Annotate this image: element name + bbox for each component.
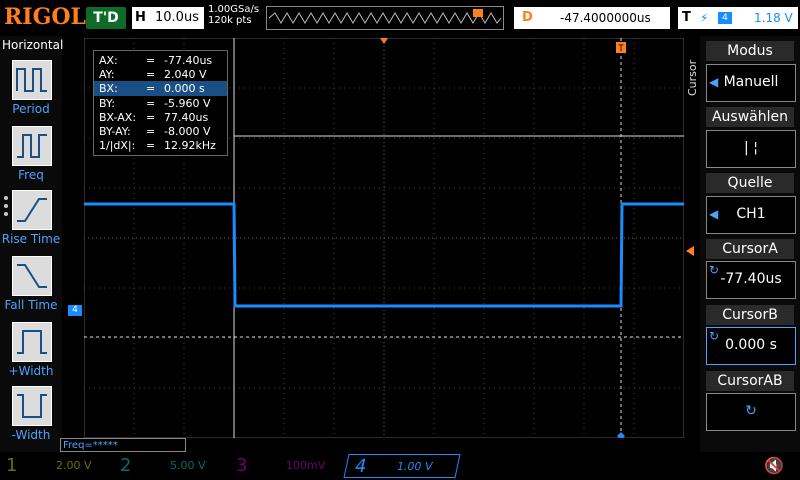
auswahlen-value: | ¦ — [744, 140, 758, 156]
delay-label: D — [522, 10, 533, 25]
horizontal-label: H — [135, 10, 146, 25]
rigol-logo: RIGOL — [4, 4, 86, 30]
delay-box[interactable]: D -47.4000000us — [514, 7, 670, 29]
trigger-channel-badge: 4 — [718, 12, 732, 24]
freq-icon — [12, 126, 52, 166]
neg-width-icon — [12, 386, 52, 426]
cursorb-title: CursorB — [706, 305, 794, 325]
measure-row: BY: = -5.960 V — [99, 97, 211, 110]
page-dots-icon — [4, 196, 8, 220]
channel-3-scale: 100mV — [286, 459, 326, 472]
auswahlen-button[interactable]: | ¦ — [706, 130, 796, 168]
cursorab-button[interactable]: ↻ — [706, 393, 796, 431]
memory-overview-bar[interactable] — [266, 6, 504, 30]
cursora-value: -77.40us — [720, 271, 782, 287]
horizontal-measure-menu: Horizontal Period Freq Rise Time Fall Ti… — [0, 36, 64, 452]
channel-4-tab[interactable]: 4 1.00 V — [343, 454, 461, 478]
cursorab-title: CursorAB — [706, 371, 794, 391]
acquisition-info: 1.00GSa/s 120k pts — [208, 4, 259, 26]
measure-rise-time-button[interactable]: Rise Time — [0, 186, 62, 248]
memory-trigger-marker-icon — [473, 9, 483, 17]
trigger-box[interactable]: T ⚡ 4 1.18 V — [678, 7, 798, 29]
quelle-button[interactable]: ◀ CH1 — [706, 196, 796, 234]
rise-time-icon — [12, 190, 52, 230]
trigger-level-marker-icon[interactable] — [686, 246, 694, 256]
neg-width-label: -Width — [11, 428, 51, 442]
measure-freq-button[interactable]: Freq — [0, 122, 62, 184]
measure-period-button[interactable]: Period — [0, 56, 62, 118]
svg-text:T: T — [618, 43, 624, 53]
measure-row: 1/|dX|: = 12.92kHz — [99, 139, 216, 152]
modus-value: Manuell — [723, 74, 779, 90]
fall-time-label: Fall Time — [4, 298, 58, 312]
cursor-menu-title: Cursor — [686, 59, 699, 96]
channel-1-tab[interactable]: 1 2.00 V — [6, 454, 110, 478]
period-label: Period — [12, 102, 50, 116]
quelle-title: Quelle — [706, 173, 794, 193]
pos-width-icon — [12, 322, 52, 362]
channel-4-scale: 1.00 V — [395, 460, 434, 473]
cursora-button[interactable]: ↻ -77.40us — [706, 261, 796, 299]
timebase-box[interactable]: H 10.0us — [132, 7, 204, 29]
channel-3-tab[interactable]: 3 100mV — [236, 454, 340, 478]
ch4-offset-marker[interactable]: 4 — [68, 305, 82, 316]
channel-2-tab[interactable]: 2 5.00 V — [120, 454, 224, 478]
cursorb-value: 0.000 s — [725, 337, 777, 353]
freq-label: Freq — [18, 168, 44, 182]
channel-1-number: 1 — [6, 455, 18, 476]
trigger-status-badge: T'D — [86, 7, 126, 29]
speaker-mute-icon[interactable]: 🔇 — [764, 456, 784, 475]
memory-overview-waveform — [268, 9, 502, 24]
measure-row: BY-AY: = -8.000 V — [99, 125, 211, 138]
trigger-point-marker-icon: T — [616, 42, 626, 53]
channel-4-number: 4 — [352, 456, 369, 477]
measure-row: AY: = 2.040 V — [99, 68, 207, 81]
left-menu-title: Horizontal — [2, 38, 64, 52]
trigger-level-value: 1.18 V — [754, 11, 793, 25]
cursora-title: CursorA — [706, 239, 794, 259]
measure-row: BX-AX: = 77.40us — [99, 111, 209, 124]
timebase-value: 10.0us — [155, 10, 199, 25]
channel-1-scale: 2.00 V — [56, 459, 92, 472]
measure-row: AX: = -77.40us — [99, 54, 213, 67]
period-icon — [12, 60, 52, 100]
delay-value: -47.4000000us — [560, 11, 651, 25]
pos-width-label: +Width — [8, 364, 54, 378]
cursor-measurement-panel: AX: = -77.40us AY: = 2.040 V BX: = 0.000 s BY:… — [93, 50, 228, 156]
measure-neg-width-button[interactable]: -Width — [0, 382, 62, 444]
cursor-b-handle-icon — [617, 432, 625, 438]
measure-pos-width-button[interactable]: +Width — [0, 318, 62, 380]
auswahlen-title: Auswählen — [706, 107, 794, 127]
rise-time-label: Rise Time — [1, 232, 61, 246]
trigger-position-marker-icon — [380, 38, 388, 44]
memory-depth: 120k pts — [208, 15, 252, 26]
modus-button[interactable]: ◀ Manuell — [706, 64, 796, 102]
quelle-value: CH1 — [736, 206, 766, 222]
channel-2-scale: 5.00 V — [170, 459, 206, 472]
frequency-counter: Freq=***** — [60, 438, 186, 452]
rising-edge-icon: ⚡ — [700, 11, 709, 25]
measure-fall-time-button[interactable]: Fall Time — [0, 252, 62, 314]
rotate-knob-icon: ↻ — [745, 403, 757, 419]
cursorb-button[interactable]: ↻ 0.000 s — [706, 327, 796, 365]
channel-3-number: 3 — [236, 455, 248, 476]
measure-row-selected: BX: = 0.000 s — [94, 81, 227, 96]
fall-time-icon — [12, 256, 52, 296]
modus-title: Modus — [706, 41, 794, 61]
channel-2-number: 2 — [120, 455, 132, 476]
sample-rate: 1.00GSa/s — [208, 4, 260, 15]
trigger-label: T — [682, 10, 691, 25]
